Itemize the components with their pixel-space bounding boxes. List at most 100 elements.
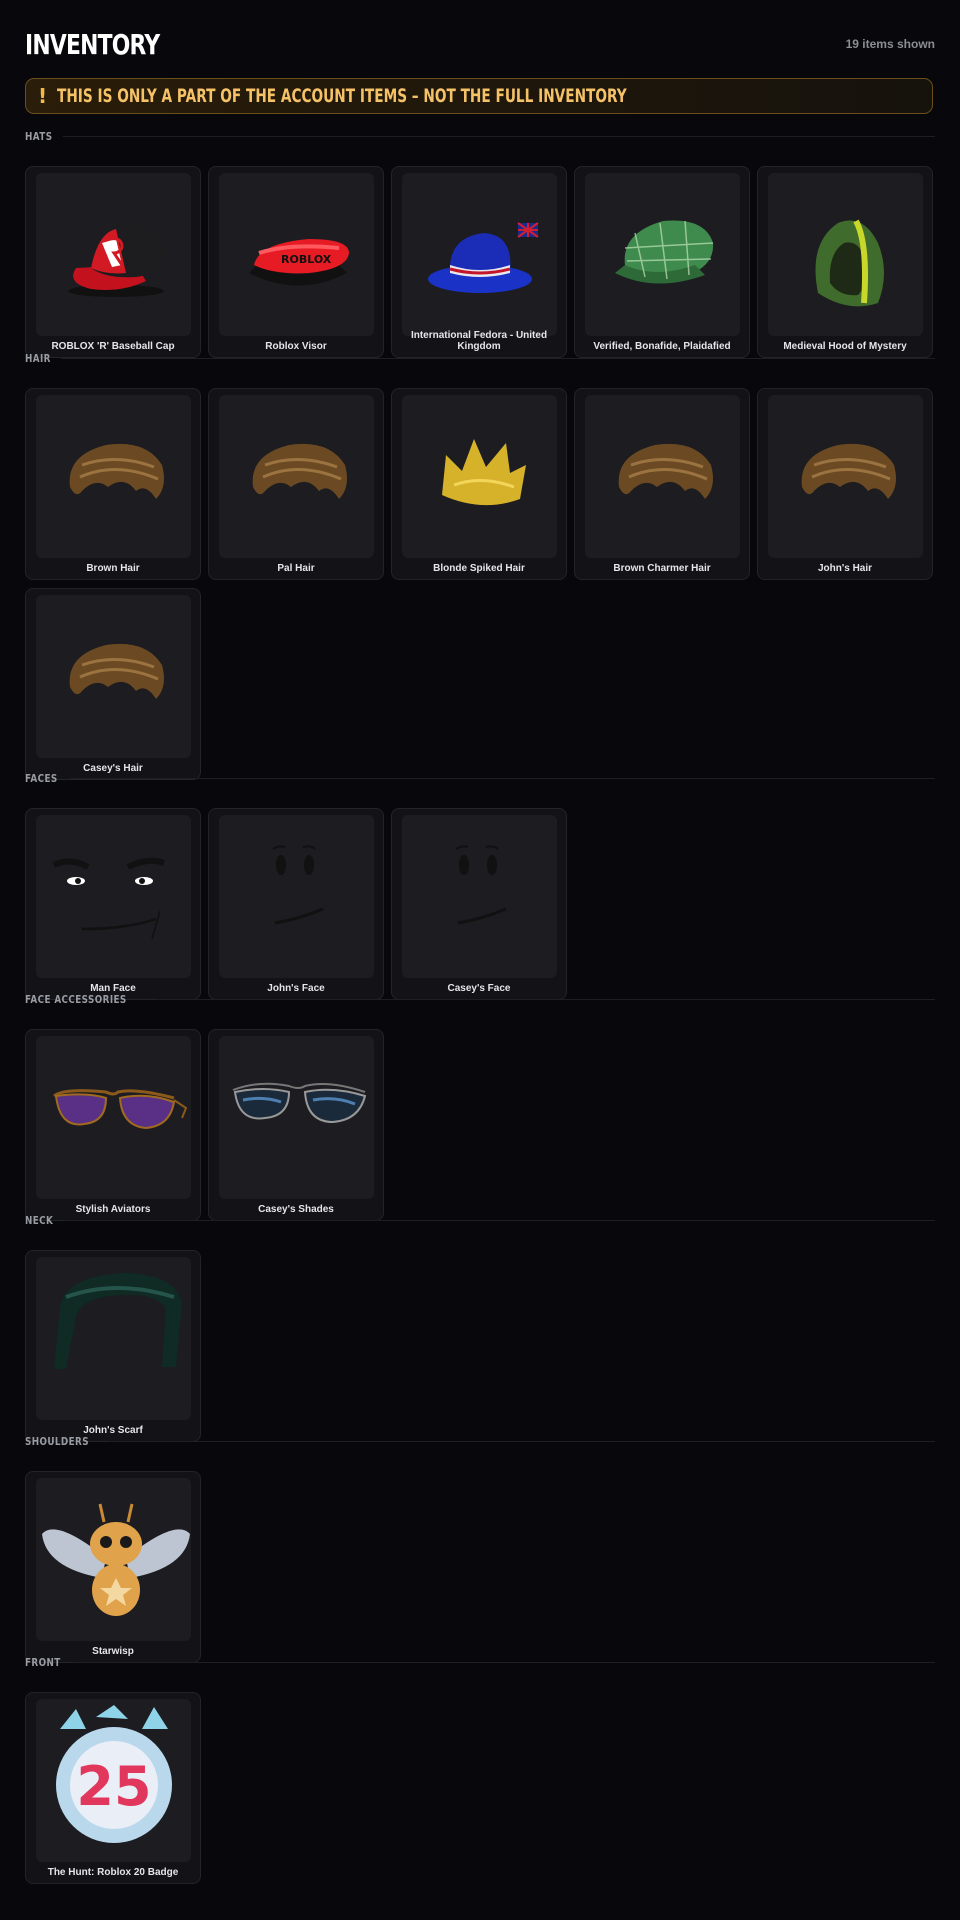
section-divider — [73, 1661, 935, 1663]
shades-icon — [232, 1082, 367, 1124]
hair-icon — [618, 443, 713, 499]
item-card[interactable]: John's Face — [208, 808, 384, 1000]
section-label: FACE ACCESSORIES — [25, 992, 127, 1006]
section-divider — [64, 1219, 935, 1221]
inventory-page: INVENTORY 19 items shown ! THIS IS ONLY … — [0, 0, 960, 1920]
section-label: HAIR — [25, 351, 51, 365]
item-thumbnail — [585, 395, 740, 558]
item-card[interactable]: Stylish Aviators — [25, 1029, 201, 1221]
section-divider — [156, 998, 935, 1000]
section-hair: HAIR Brown Hair Pal Hair Blonde Spiked H… — [25, 350, 935, 780]
section-neck: NECK John's Scarf — [25, 1212, 935, 1442]
warning-banner: ! THIS IS ONLY A PART OF THE ACCOUNT ITE… — [25, 78, 933, 114]
item-card[interactable]: International Fedora - United Kingdom — [391, 166, 567, 358]
section-face-accessories: FACE ACCESSORIES Stylish Aviators Casey'… — [25, 991, 935, 1221]
item-name: Brown Hair — [86, 563, 140, 574]
scarf-icon — [54, 1273, 182, 1369]
item-thumbnail — [402, 815, 557, 978]
item-card[interactable]: 25 The Hunt: Roblox 20 Badge — [25, 1692, 201, 1884]
section-faces: FACES Man Face John's Face Casey's Face — [25, 770, 935, 1000]
fedora-icon — [428, 222, 539, 293]
section-front: FRONT 25 The Hunt: Roblox 20 Badge — [25, 1654, 935, 1884]
item-thumbnail — [36, 1478, 191, 1641]
section-header: SHOULDERS — [25, 1433, 935, 1449]
plaid-cap-icon — [615, 220, 714, 284]
item-card[interactable]: Brown Charmer Hair — [574, 388, 750, 580]
section-divider — [69, 777, 935, 779]
svg-text:ROBLOX: ROBLOX — [281, 253, 332, 266]
item-thumbnail — [768, 173, 923, 336]
item-thumbnail — [36, 395, 191, 558]
visor-icon: ROBLOX — [249, 239, 349, 286]
section-label: NECK — [25, 1213, 54, 1227]
item-name: Blonde Spiked Hair — [433, 563, 525, 574]
hood-icon — [815, 219, 884, 307]
hair-icon — [801, 443, 896, 499]
page-title: INVENTORY — [25, 27, 160, 61]
item-thumbnail — [402, 395, 557, 558]
hair-icon — [252, 443, 347, 499]
item-card[interactable]: Verified, Bonafide, Plaidafied — [574, 166, 750, 358]
section-header: NECK — [25, 1212, 935, 1228]
warning-text: THIS IS ONLY A PART OF THE ACCOUNT ITEMS… — [57, 85, 627, 107]
warning-icon: ! — [38, 84, 48, 108]
item-name: The Hunt: Roblox 20 Badge — [47, 1867, 179, 1878]
item-card[interactable]: Casey's Face — [391, 808, 567, 1000]
item-thumbnail — [219, 815, 374, 978]
smile-face-icon — [455, 845, 507, 925]
item-thumbnail — [219, 395, 374, 558]
badge-number: 25 — [76, 1755, 151, 1818]
item-card[interactable]: ROBLOX Roblox Visor — [208, 166, 384, 358]
item-card[interactable]: Man Face — [25, 808, 201, 1000]
hair-icon — [69, 643, 164, 699]
item-name: John's Hair — [817, 563, 873, 574]
item-name: Brown Charmer Hair — [613, 563, 711, 574]
section-header: FACE ACCESSORIES — [25, 991, 935, 1007]
item-thumbnail: ROBLOX — [219, 173, 374, 336]
smile-face-icon — [272, 845, 324, 925]
section-label: FACES — [25, 771, 58, 785]
item-thumbnail — [36, 1257, 191, 1420]
section-label: SHOULDERS — [25, 1434, 89, 1448]
item-thumbnail — [36, 815, 191, 978]
starwisp-icon — [42, 1503, 190, 1616]
item-card[interactable]: John's Hair — [757, 388, 933, 580]
section-divider — [63, 135, 935, 137]
item-card[interactable]: Medieval Hood of Mystery — [757, 166, 933, 358]
section-header: HATS — [25, 128, 935, 144]
item-card[interactable]: Casey's Shades — [208, 1029, 384, 1221]
item-thumbnail — [585, 173, 740, 336]
item-card[interactable]: Blonde Spiked Hair — [391, 388, 567, 580]
aviators-icon — [53, 1089, 188, 1130]
hair-icon — [69, 443, 164, 499]
item-card[interactable]: Pal Hair — [208, 388, 384, 580]
item-card[interactable]: Brown Hair — [25, 388, 201, 580]
section-header: FACES — [25, 770, 935, 786]
item-card[interactable]: ROBLOX 'R' Baseball Cap — [25, 166, 201, 358]
r-cap-icon — [68, 223, 168, 297]
page-header: INVENTORY 19 items shown — [25, 24, 935, 64]
item-card[interactable]: Starwisp — [25, 1471, 201, 1663]
section-divider — [61, 357, 935, 359]
section-header: HAIR — [25, 350, 935, 366]
man-face-icon — [52, 857, 166, 940]
badge-icon: 25 — [56, 1705, 172, 1843]
spiked-hair-icon — [442, 439, 526, 506]
item-card[interactable]: Casey's Hair — [25, 588, 201, 780]
item-card[interactable]: John's Scarf — [25, 1250, 201, 1442]
items-count: 19 items shown — [845, 37, 935, 51]
section-divider — [108, 1440, 935, 1442]
section-label: FRONT — [25, 1655, 61, 1669]
section-hats: HATS ROBLOX 'R' Baseball Cap ROBLOX Roblo… — [25, 128, 935, 358]
item-thumbnail — [219, 1036, 374, 1199]
item-thumbnail — [36, 173, 191, 336]
item-thumbnail: 25 — [36, 1699, 191, 1862]
item-thumbnail — [768, 395, 923, 558]
item-thumbnail — [402, 173, 557, 336]
item-thumbnail — [36, 595, 191, 758]
section-label: HATS — [25, 129, 53, 143]
section-shoulders: SHOULDERS Starwisp — [25, 1433, 935, 1663]
item-name: Pal Hair — [277, 563, 315, 574]
item-thumbnail — [36, 1036, 191, 1199]
item-name: International Fedora - United Kingdom — [410, 330, 548, 352]
